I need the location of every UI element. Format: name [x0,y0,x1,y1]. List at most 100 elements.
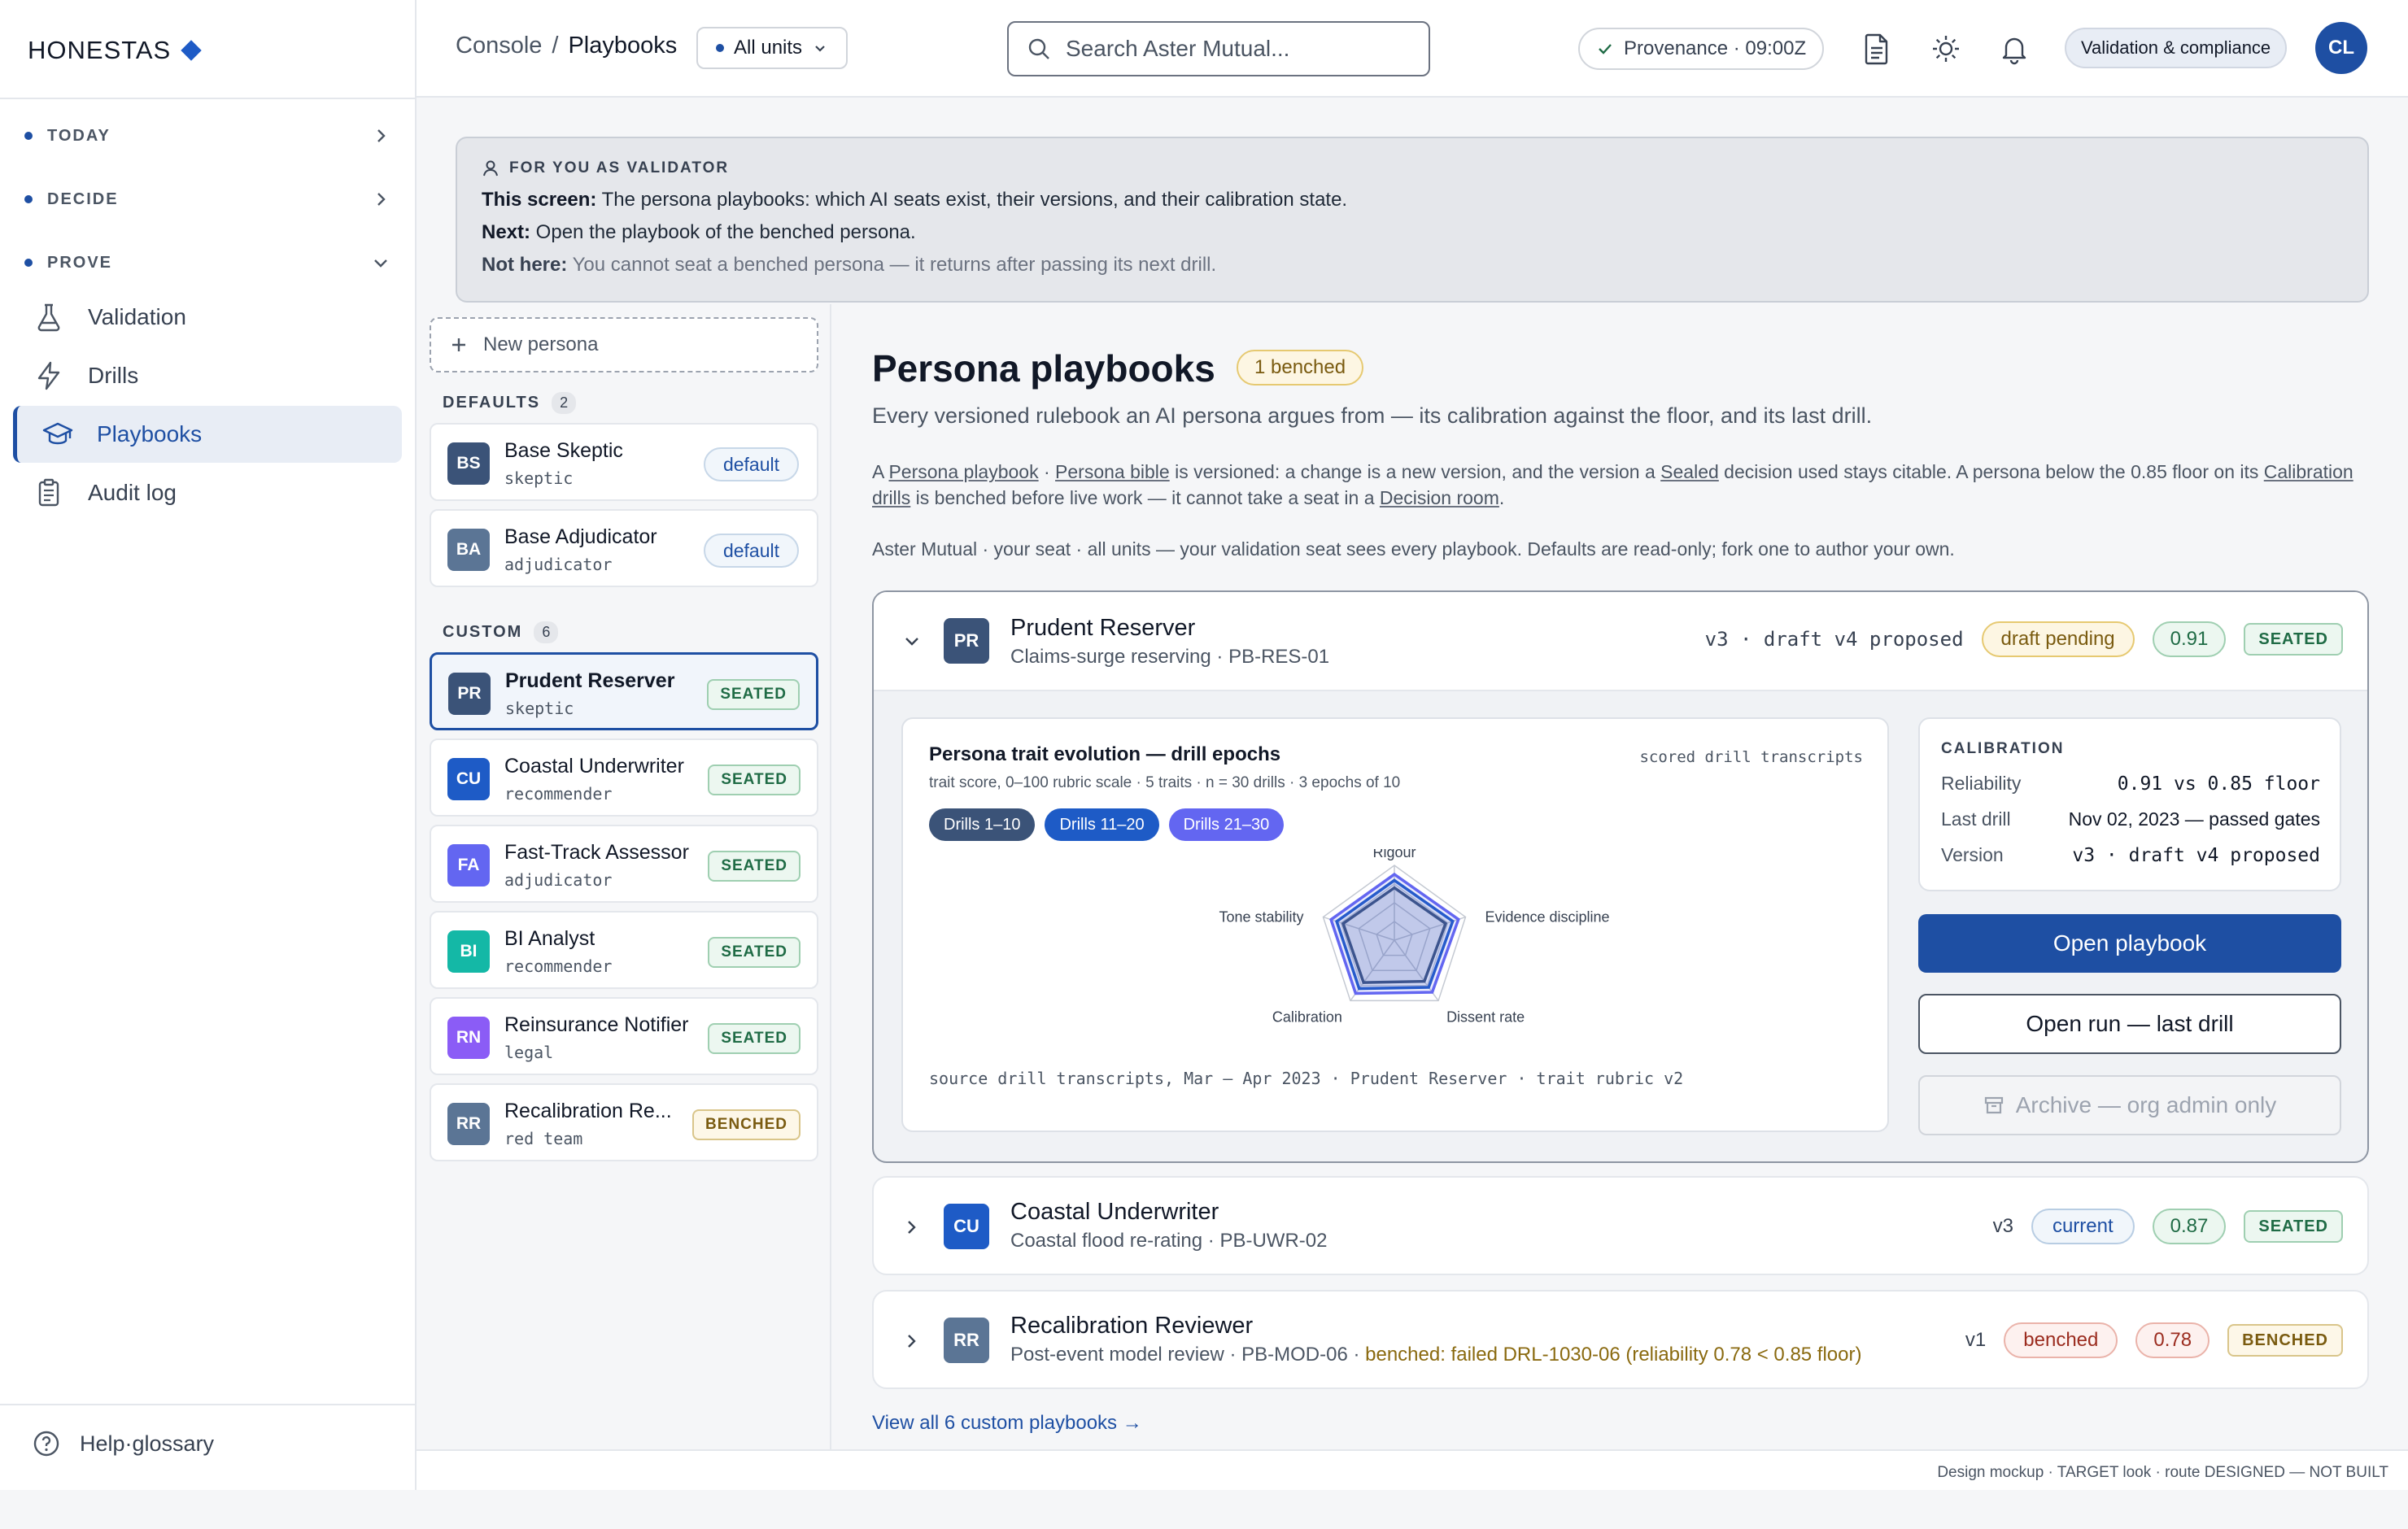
new-persona-button[interactable]: New persona [430,317,818,372]
playbook-row-coastal-underwriter[interactable]: CU Coastal Underwriter Coastal flood re-… [872,1176,2369,1275]
benched-badge: BENCHED [2227,1324,2343,1357]
epoch-chip-2[interactable]: Drills 11–20 [1045,808,1159,841]
chevron-right-icon[interactable] [901,1217,923,1238]
search-icon [1028,38,1049,59]
persona-role: recommender [504,956,613,976]
radar-axis-label: Dissent rate [1446,1008,1525,1025]
section-decide[interactable]: DECIDE [24,181,390,217]
check-icon [1599,44,1612,54]
calibration-row-last-drill: Last drill Nov 02, 2023 — passed gates [1941,808,2320,830]
seated-badge: SEATED [708,764,800,795]
playbook-subtitle: Post-event model review · PB-MOD-06 · be… [1010,1344,1862,1366]
archive-icon [1984,1096,2003,1114]
persona-role: legal [504,1043,554,1062]
persona-card-bi-analyst[interactable]: BI BI Analyst recommender SEATED [430,911,818,989]
search-input[interactable] [1066,36,1407,62]
seated-badge: SEATED [2244,623,2343,656]
glossary-term[interactable]: Persona bible [1055,461,1170,482]
glossary-term[interactable]: Decision room [1380,487,1499,508]
chevron-down-icon[interactable] [901,631,923,652]
chart-title: Persona trait evolution — drill epochs [929,743,1281,765]
playbook-version: v3 · draft v4 proposed [1704,628,1964,651]
sidebar-item-audit-log[interactable]: Audit log [13,464,402,521]
banner-line-screen: This screen: The persona playbooks: whic… [482,189,1348,211]
user-avatar[interactable]: CL [2315,22,2367,74]
banner-label: FOR YOU AS VALIDATOR [509,159,730,176]
persona-avatar: RN [447,1017,490,1059]
chart-source: source drill transcripts, Mar – Apr 2023… [929,1069,1684,1088]
document-icon[interactable] [1861,33,1892,65]
playbook-name: Recalibration Reviewer [1010,1313,1254,1339]
persona-name: Base Skeptic [504,439,623,462]
section-prove[interactable]: PROVE [24,245,390,281]
page-description: A Persona playbook · Persona bible is ve… [872,461,2353,508]
sidebar-item-playbooks[interactable]: Playbooks [13,406,402,463]
radar-axis-label: Rigour [1372,849,1416,860]
persona-avatar: PR [448,673,491,715]
custom-group-label: CUSTOM 6 [443,621,559,643]
provenance-badge[interactable]: Provenance · 09:00Z [1578,28,1825,70]
persona-name: Prudent Reserver [505,669,675,692]
persona-card-prudent-reserver[interactable]: PR Prudent Reserver skeptic SEATED [430,652,818,730]
persona-card-base-skeptic[interactable]: BS Base Skeptic skeptic default [430,423,818,501]
persona-card-fast-track-assessor[interactable]: FA Fast-Track Assessor adjudicator SEATE… [430,825,818,903]
persona-card-coastal-underwriter[interactable]: CU Coastal Underwriter recommender SEATE… [430,738,818,817]
seated-badge: SEATED [708,1023,800,1054]
unit-dot [716,44,724,52]
chart-note: scored drill transcripts [1639,748,1863,766]
glossary-term[interactable]: Persona playbook [888,461,1038,482]
footer: Design mockup · TARGET look · route DESI… [417,1449,2408,1490]
page-title: Persona playbooks [872,347,1215,390]
playbook-avatar: PR [944,618,989,664]
persona-avatar: BA [447,529,490,571]
page-subtitle: Every versioned rulebook an AI persona a… [872,403,1873,428]
persona-card-recalibration-reviewer[interactable]: RR Recalibration Re... red team BENCHED [430,1083,818,1161]
epoch-legend: Drills 1–10 Drills 11–20 Drills 21–30 [929,808,1285,841]
breadcrumb-separator: / [552,33,559,59]
persona-role: skeptic [505,699,574,718]
role-badge[interactable]: Validation & compliance [2065,28,2288,68]
view-all-link[interactable]: View all 6 custom playbooks → [872,1412,1142,1435]
calibration-title: CALIBRATION [1941,740,2065,757]
persona-role: adjudicator [504,870,613,890]
score-badge: 0.91 [2152,621,2227,657]
brand-logo[interactable]: HONESTAS [28,33,203,68]
brand-name: HONESTAS [28,36,172,64]
bell-icon[interactable] [1998,33,2031,65]
section-dot [24,259,33,267]
persona-card-base-adjudicator[interactable]: BA Base Adjudicator adjudicator default [430,509,818,587]
breadcrumb-console[interactable]: Console [456,33,542,59]
playbook-subtitle: Coastal flood re-rating · PB-UWR-02 [1010,1230,1328,1252]
section-today[interactable]: TODAY [24,118,390,154]
playbook-row-recalibration-reviewer[interactable]: RR Recalibration Reviewer Post-event mod… [872,1290,2369,1389]
trait-evolution-chart: Persona trait evolution — drill epochs t… [901,717,1889,1132]
sidebar-item-drills[interactable]: Drills [13,347,402,404]
persona-list-panel: New persona DEFAULTS 2 BS Base Skeptic sk… [417,304,831,1449]
section-dot [24,195,33,203]
persona-name: Base Adjudicator [504,525,657,548]
playbook-header[interactable]: PR Prudent Reserver Claims-surge reservi… [874,592,2367,691]
glossary-term[interactable]: Sealed [1660,461,1719,482]
chevron-right-icon [377,193,386,206]
calibration-panel: CALIBRATION Reliability 0.91 vs 0.85 floo… [1918,717,2341,891]
epoch-chip-3[interactable]: Drills 21–30 [1168,808,1285,841]
persona-name: Fast-Track Assessor [504,841,689,864]
radar-axis-label: Calibration [1272,1008,1342,1025]
score-badge: 0.87 [2152,1209,2227,1244]
persona-name: BI Analyst [504,927,595,950]
graduation-cap-icon [42,422,73,445]
sidebar-item-validation[interactable]: Validation [13,289,402,346]
epoch-chip-1[interactable]: Drills 1–10 [929,808,1036,841]
persona-avatar: RR [447,1103,490,1145]
help-glossary-link[interactable]: Help·glossary [33,1430,214,1457]
persona-avatar: CU [447,758,490,800]
sun-icon[interactable] [1930,33,1962,65]
chevron-right-icon[interactable] [901,1331,923,1352]
units-dropdown[interactable]: All units [696,27,848,69]
playbook-name: Coastal Underwriter [1010,1199,1219,1225]
radar-axis-label: Evidence discipline [1485,909,1609,926]
calibration-row-reliability: Reliability 0.91 vs 0.85 floor [1941,773,2320,795]
open-playbook-button[interactable]: Open playbook [1918,914,2341,973]
open-run-button[interactable]: Open run — last drill [1918,994,2341,1054]
persona-card-reinsurance-notifier[interactable]: RN Reinsurance Notifier legal SEATED [430,997,818,1075]
